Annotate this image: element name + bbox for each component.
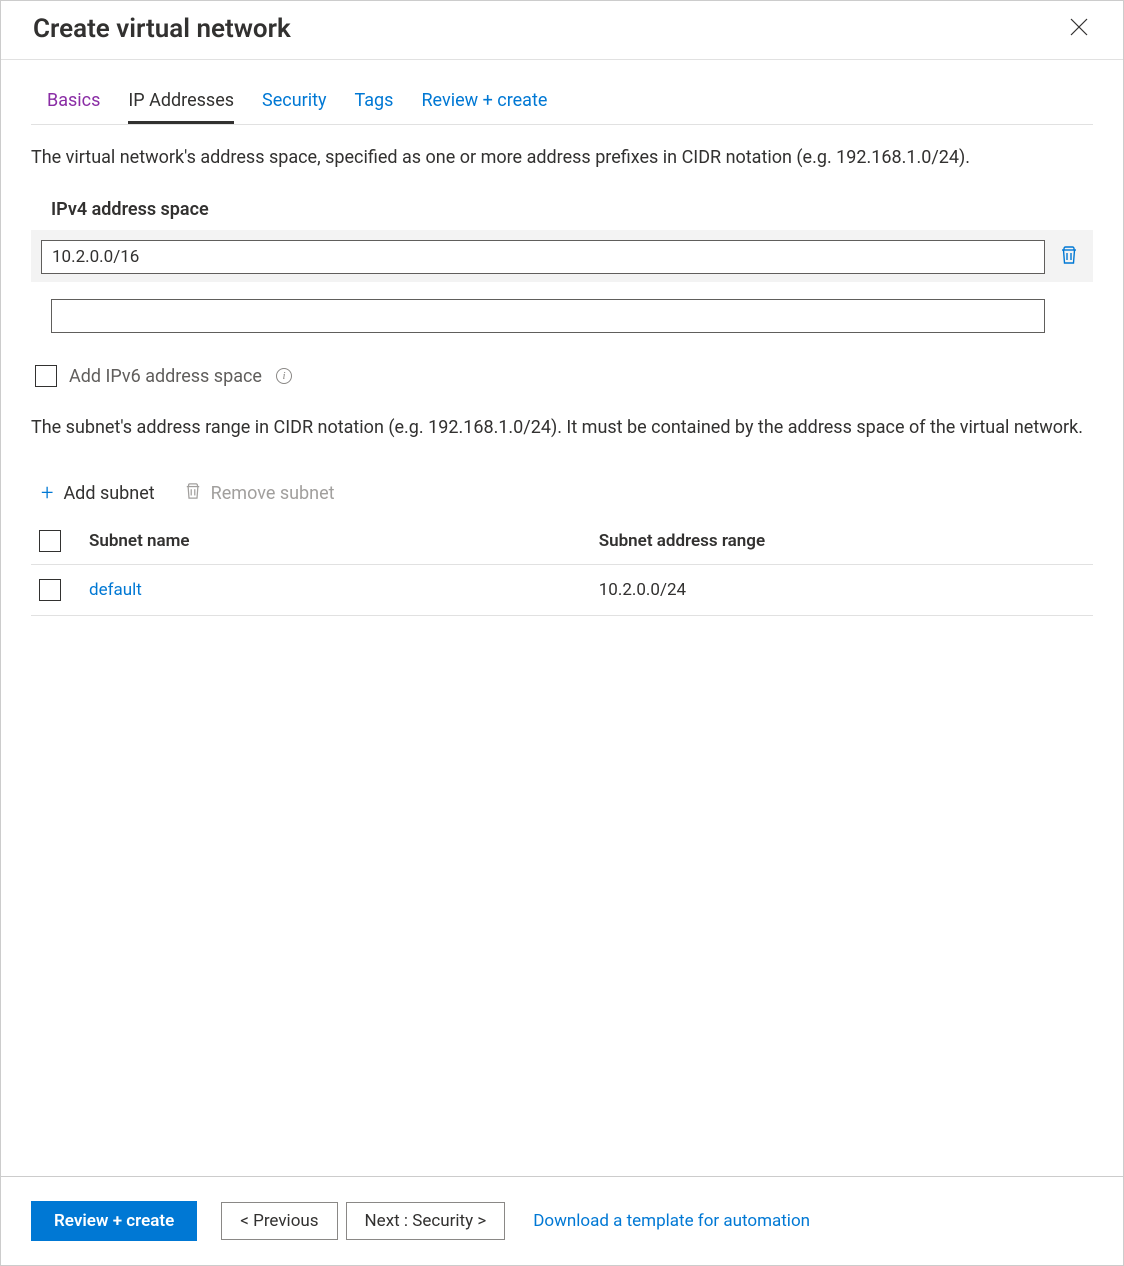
subnet-toolbar: + Add subnet Remove subnet xyxy=(31,469,1093,518)
plus-icon: + xyxy=(41,481,53,506)
tab-ip-addresses[interactable]: IP Addresses xyxy=(128,90,234,124)
row-checkbox[interactable] xyxy=(39,579,61,601)
ipv4-intro-text: The virtual network's address space, spe… xyxy=(31,145,1093,171)
subnet-table: Subnet name Subnet address range default… xyxy=(31,518,1093,616)
column-header-range: Subnet address range xyxy=(591,518,1093,565)
subnet-range-cell: 10.2.0.0/24 xyxy=(591,565,1093,616)
remove-subnet-label: Remove subnet xyxy=(211,483,335,504)
subnet-intro-text: The subnet's address range in CIDR notat… xyxy=(31,415,1093,441)
tab-review-create[interactable]: Review + create xyxy=(421,90,547,124)
previous-button[interactable]: < Previous xyxy=(221,1202,337,1240)
tab-security[interactable]: Security xyxy=(262,90,326,124)
tab-tags[interactable]: Tags xyxy=(355,90,394,124)
panel-content: Basics IP Addresses Security Tags Review… xyxy=(1,60,1123,1176)
create-vnet-panel: Create virtual network Basics IP Address… xyxy=(0,0,1124,1266)
address-space-row xyxy=(41,240,1083,274)
ipv4-address-space-box xyxy=(31,230,1093,282)
nav-button-group: < Previous Next : Security > xyxy=(221,1202,505,1240)
trash-icon xyxy=(185,482,201,505)
address-space-empty-row xyxy=(31,294,1093,343)
ipv6-checkbox-row: Add IPv6 address space i xyxy=(35,365,1093,387)
ipv6-checkbox[interactable] xyxy=(35,365,57,387)
download-template-link[interactable]: Download a template for automation xyxy=(533,1211,810,1231)
close-icon xyxy=(1070,17,1088,42)
tab-strip: Basics IP Addresses Security Tags Review… xyxy=(31,90,1093,125)
address-space-input-empty[interactable] xyxy=(51,299,1045,333)
column-header-name: Subnet name xyxy=(81,518,591,565)
add-subnet-label: Add subnet xyxy=(63,483,154,504)
table-row: default 10.2.0.0/24 xyxy=(31,565,1093,616)
select-all-checkbox[interactable] xyxy=(39,530,61,552)
panel-title: Create virtual network xyxy=(33,14,291,44)
panel-header: Create virtual network xyxy=(1,1,1123,60)
delete-address-space-button[interactable] xyxy=(1055,243,1083,271)
panel-footer: Review + create < Previous Next : Securi… xyxy=(1,1176,1123,1265)
next-button[interactable]: Next : Security > xyxy=(346,1202,506,1240)
review-create-button[interactable]: Review + create xyxy=(31,1201,197,1241)
trash-icon xyxy=(1060,245,1078,269)
close-button[interactable] xyxy=(1063,13,1095,45)
ipv4-section-label: IPv4 address space xyxy=(31,199,1093,220)
remove-subnet-button: Remove subnet xyxy=(185,481,335,506)
info-icon[interactable]: i xyxy=(276,368,292,384)
table-header-row: Subnet name Subnet address range xyxy=(31,518,1093,565)
subnet-name-link[interactable]: default xyxy=(89,580,142,600)
add-subnet-button[interactable]: + Add subnet xyxy=(41,481,155,506)
address-space-input[interactable] xyxy=(41,240,1045,274)
ipv6-checkbox-label: Add IPv6 address space xyxy=(69,366,262,387)
tab-basics[interactable]: Basics xyxy=(47,90,100,124)
